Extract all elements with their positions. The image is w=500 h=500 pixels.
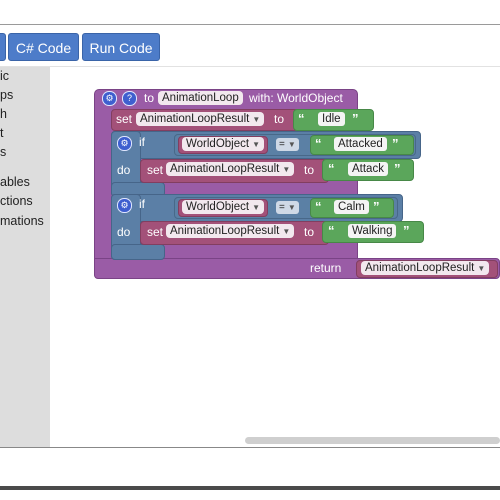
dropdown-arrow-icon: ▼ xyxy=(477,264,486,273)
window-top-bar xyxy=(0,0,500,25)
if-keyword: if xyxy=(139,197,145,211)
variable-name: AnimationLoopResult xyxy=(170,225,280,237)
do-keyword: do xyxy=(117,225,131,239)
set-keyword: set xyxy=(116,112,133,126)
dropdown-arrow-icon: ▼ xyxy=(252,203,260,212)
run-code-button[interactable]: Run Code xyxy=(82,33,160,61)
to-keyword: to xyxy=(274,112,285,126)
close-quote-icon: ” xyxy=(352,111,359,126)
toolbox-category-lists[interactable]: s xyxy=(0,145,6,159)
close-quote-icon: ” xyxy=(403,223,410,238)
to-keyword: to xyxy=(304,163,315,177)
open-quote-icon: “ xyxy=(315,136,322,151)
proc-name-field[interactable]: AnimationLoop xyxy=(158,91,243,105)
to-keyword: to xyxy=(304,225,315,239)
set-keyword: set xyxy=(147,163,164,177)
variable-dropdown[interactable]: AnimationLoopResult ▼ xyxy=(136,112,265,126)
csharp-code-button[interactable]: C# Code xyxy=(8,33,79,61)
variable-name: WorldObject xyxy=(186,138,250,150)
return-keyword: return xyxy=(310,261,342,275)
mutator-gear-icon[interactable]: ⚙ xyxy=(102,91,117,106)
close-quote-icon: ” xyxy=(392,136,399,151)
horizontal-scrollbar[interactable] xyxy=(245,437,500,444)
operator-symbol: = xyxy=(279,202,285,213)
close-quote-icon: ” xyxy=(394,161,401,176)
variable-name: WorldObject xyxy=(186,201,250,213)
open-quote-icon: “ xyxy=(315,199,322,214)
variable-dropdown[interactable]: WorldObject ▼ xyxy=(182,137,264,151)
text-value[interactable]: Idle xyxy=(318,112,345,126)
toolbox-category-functions[interactable]: ctions xyxy=(0,194,33,208)
close-quote-icon: ” xyxy=(373,199,380,214)
toolbox-category-logic[interactable]: ic xyxy=(0,69,9,83)
dropdown-arrow-icon: ▼ xyxy=(287,203,296,212)
variable-name: AnimationLoopResult xyxy=(365,262,475,274)
variable-dropdown[interactable]: AnimationLoopResult ▼ xyxy=(166,162,295,176)
open-quote-icon: “ xyxy=(298,111,305,126)
if-mutator-gear-icon[interactable]: ⚙ xyxy=(117,136,132,151)
dropdown-arrow-icon: ▼ xyxy=(287,140,296,149)
variable-dropdown[interactable]: AnimationLoopResult ▼ xyxy=(166,224,295,238)
if-mutator-gear-icon[interactable]: ⚙ xyxy=(117,198,132,213)
proc-params-label: with: WorldObject xyxy=(249,91,343,105)
text-value[interactable]: Attacked xyxy=(334,137,387,151)
toolbox-category-variables[interactable]: ables xyxy=(0,175,30,189)
set-keyword: set xyxy=(147,225,164,239)
toolbox-category-math[interactable]: h xyxy=(0,107,7,121)
hidden-button-edge[interactable] xyxy=(0,33,6,61)
open-quote-icon: “ xyxy=(328,223,335,238)
variable-dropdown[interactable]: AnimationLoopResult ▼ xyxy=(361,261,490,275)
operator-symbol: = xyxy=(279,139,285,150)
variable-dropdown[interactable]: WorldObject ▼ xyxy=(182,200,264,214)
text-value[interactable]: Calm xyxy=(334,200,369,214)
open-quote-icon: “ xyxy=(328,161,335,176)
text-value[interactable]: Attack xyxy=(348,162,388,176)
text-value[interactable]: Walking xyxy=(348,224,397,238)
dropdown-arrow-icon: ▼ xyxy=(252,115,261,124)
bottom-panel xyxy=(0,448,500,500)
proc-to-label: to xyxy=(144,91,155,105)
operator-dropdown[interactable]: = ▼ xyxy=(276,138,299,151)
toolbox-category-animations[interactable]: mations xyxy=(0,214,44,228)
dropdown-arrow-icon: ▼ xyxy=(282,227,291,236)
dropdown-arrow-icon: ▼ xyxy=(252,140,260,149)
variable-name: AnimationLoopResult xyxy=(140,113,250,125)
help-icon[interactable]: ? xyxy=(122,91,137,106)
variable-name: AnimationLoopResult xyxy=(170,163,280,175)
window-bottom-border xyxy=(0,486,500,490)
dropdown-arrow-icon: ▼ xyxy=(282,165,291,174)
toolbox-category-loops[interactable]: ps xyxy=(0,88,13,102)
operator-dropdown[interactable]: = ▼ xyxy=(276,201,299,214)
if-block-footer[interactable] xyxy=(111,244,165,260)
toolbox-category-text[interactable]: t xyxy=(0,126,3,140)
do-keyword: do xyxy=(117,163,131,177)
if-keyword: if xyxy=(139,135,145,149)
block-toolbox: ic ps h t s ables ctions mations xyxy=(0,67,50,447)
